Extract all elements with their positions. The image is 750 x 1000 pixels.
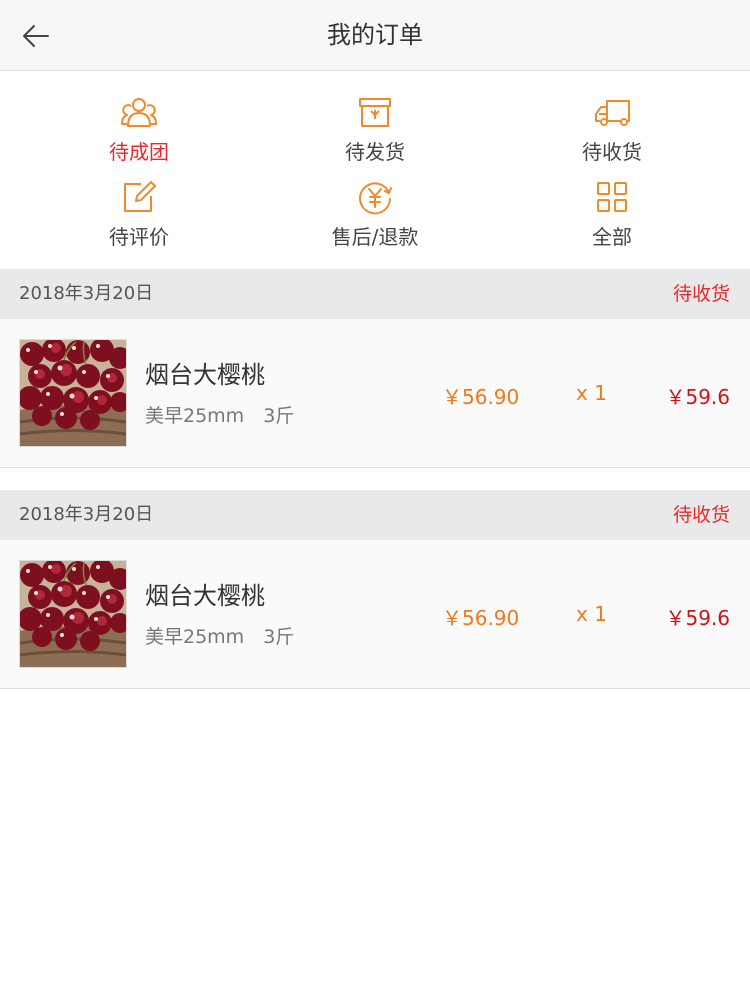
order-status-badge: 待收货 bbox=[672, 283, 730, 305]
order-header: 2018年3月20日 待收货 bbox=[0, 490, 750, 540]
tab-label: 待评价 bbox=[109, 225, 169, 249]
tab-label: 全部 bbox=[592, 225, 632, 249]
total-price: ￥59.6 bbox=[665, 385, 730, 409]
quantity: x 1 bbox=[576, 602, 607, 626]
tab-label: 待发货 bbox=[345, 140, 405, 164]
order-status-grid: 待成团 待发货 待收货 待评价 售后/退款 全部 bbox=[0, 71, 750, 269]
product-spec: 美早25mm 3斤 bbox=[145, 405, 295, 427]
refund-icon bbox=[359, 182, 392, 215]
cherries-image bbox=[20, 340, 126, 446]
unit-price: ￥56.90 bbox=[442, 385, 520, 409]
tab-pending-group[interactable]: 待成团 bbox=[49, 94, 229, 176]
product-image bbox=[19, 560, 127, 668]
truck-icon bbox=[595, 100, 630, 126]
navbar: 我的订单 bbox=[0, 0, 750, 71]
edit-icon bbox=[124, 181, 156, 212]
tab-pending-review[interactable]: 待评价 bbox=[49, 179, 229, 261]
order-item[interactable]: 烟台大樱桃 美早25mm 3斤 ￥56.90 x 1 ￥59.6 bbox=[0, 540, 750, 689]
unit-price: ￥56.90 bbox=[442, 606, 520, 630]
order-date: 2018年3月20日 bbox=[19, 504, 154, 525]
tab-all[interactable]: 全部 bbox=[522, 179, 702, 261]
product-name: 烟台大樱桃 bbox=[145, 361, 265, 389]
back-button[interactable] bbox=[16, 16, 56, 56]
order-status-badge: 待收货 bbox=[672, 504, 730, 526]
cherries-image bbox=[20, 561, 126, 667]
order-date: 2018年3月20日 bbox=[19, 283, 154, 304]
product-spec: 美早25mm 3斤 bbox=[145, 626, 295, 648]
tab-label: 待成团 bbox=[109, 140, 169, 164]
product-image bbox=[19, 339, 127, 447]
tab-label: 待收货 bbox=[582, 140, 642, 164]
back-arrow-icon bbox=[23, 25, 49, 47]
page-title: 我的订单 bbox=[327, 21, 423, 49]
box-icon bbox=[359, 98, 391, 127]
tab-pending-shipment[interactable]: 待发货 bbox=[285, 94, 465, 176]
grid-icon bbox=[597, 182, 627, 212]
group-icon bbox=[121, 98, 157, 127]
tab-after-sales-refund[interactable]: 售后/退款 bbox=[285, 179, 465, 261]
order-header: 2018年3月20日 待收货 bbox=[0, 269, 750, 319]
order-item[interactable]: 烟台大樱桃 美早25mm 3斤 ￥56.90 x 1 ￥59.6 bbox=[0, 319, 750, 468]
tab-pending-receipt[interactable]: 待收货 bbox=[522, 94, 702, 176]
tab-label: 售后/退款 bbox=[331, 225, 419, 249]
product-name: 烟台大樱桃 bbox=[145, 582, 265, 610]
total-price: ￥59.6 bbox=[665, 606, 730, 630]
quantity: x 1 bbox=[576, 381, 607, 405]
